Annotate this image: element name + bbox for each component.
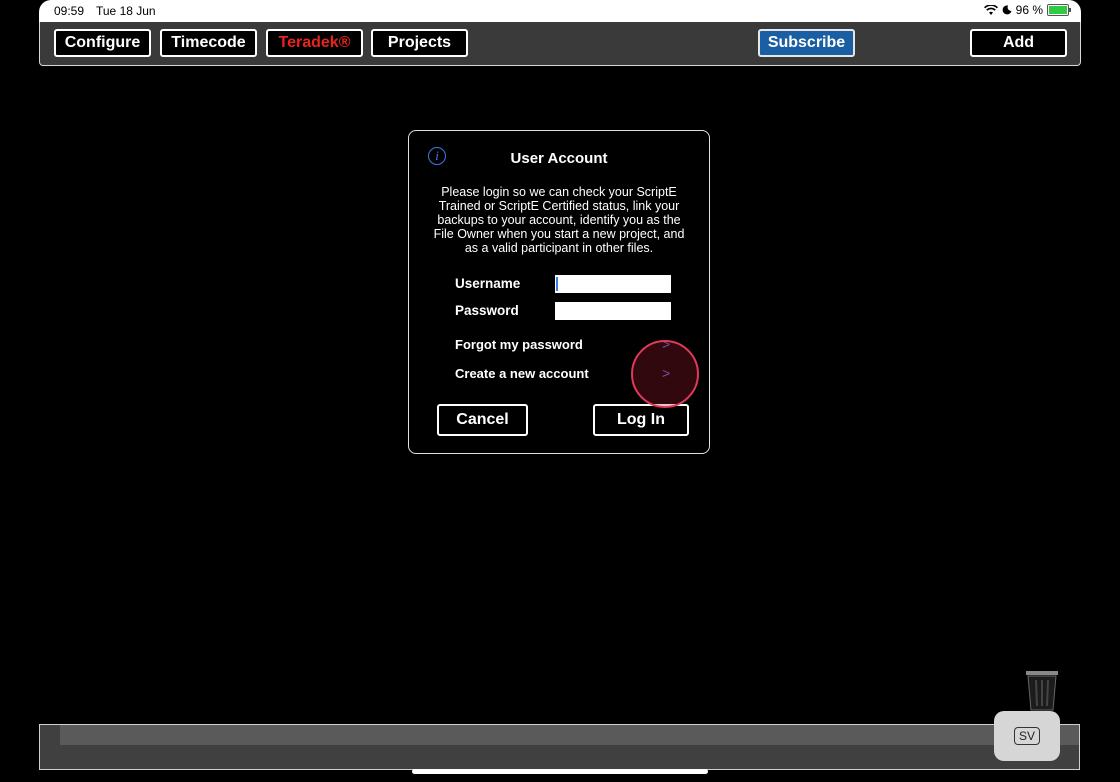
touch-indicator — [631, 340, 699, 408]
username-label: Username — [455, 276, 521, 291]
battery-icon — [1047, 4, 1071, 16]
dialog-message: Please login so we can check your Script… — [433, 185, 685, 255]
cancel-button[interactable]: Cancel — [437, 404, 528, 436]
projects-button[interactable]: Projects — [371, 29, 468, 57]
wifi-icon — [983, 4, 998, 15]
sv-label: SV — [1013, 727, 1040, 745]
add-button[interactable]: Add — [970, 29, 1067, 57]
login-button[interactable]: Log In — [593, 404, 689, 436]
home-indicator — [412, 769, 708, 774]
bottom-strip — [60, 725, 1079, 745]
status-right: 96 % — [983, 3, 1071, 17]
top-toolbar: Configure Timecode Teradek® Projects Sub… — [39, 22, 1081, 66]
create-account-link[interactable]: Create a new account — [455, 366, 589, 381]
subscribe-button[interactable]: Subscribe — [758, 29, 855, 57]
sv-button[interactable]: SV — [994, 711, 1060, 761]
username-input[interactable] — [555, 275, 671, 293]
moon-icon — [1002, 5, 1012, 15]
dialog-title: User Account — [510, 150, 608, 167]
trash-icon[interactable] — [1024, 671, 1060, 711]
configure-button[interactable]: Configure — [54, 29, 151, 57]
timecode-button[interactable]: Timecode — [160, 29, 257, 57]
teradek-button[interactable]: Teradek® — [266, 29, 363, 57]
text-caret — [556, 277, 558, 291]
bottom-bar — [39, 724, 1080, 770]
status-time: 09:59 — [54, 4, 85, 18]
battery-percent: 96 % — [1015, 3, 1043, 17]
status-date: Tue 18 Jun — [96, 4, 156, 18]
forgot-password-link[interactable]: Forgot my password — [455, 337, 583, 352]
status-bar: 09:59 Tue 18 Jun 96 % — [39, 0, 1081, 22]
password-label: Password — [455, 303, 519, 318]
password-input[interactable] — [555, 302, 671, 320]
